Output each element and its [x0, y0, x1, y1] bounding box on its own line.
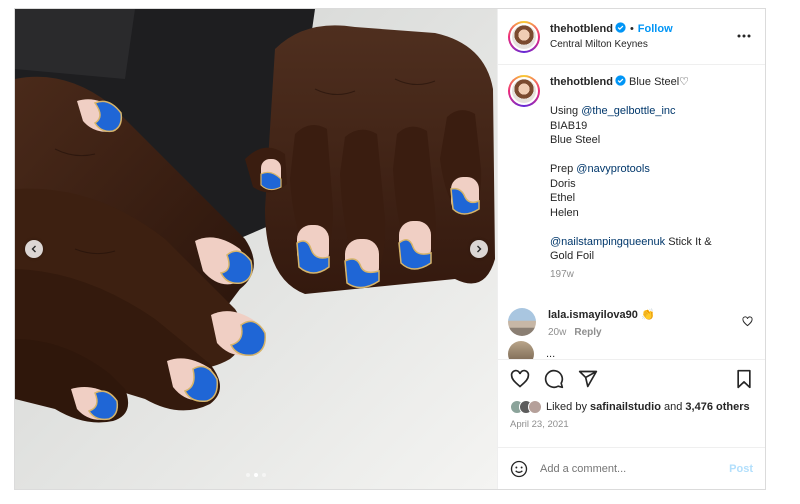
caption-author-avatar[interactable]: [508, 75, 540, 107]
likes-middle: and: [660, 401, 686, 413]
caption: thehotblend Blue Steel♡ Using @the_gelbo…: [508, 75, 753, 282]
save-button[interactable]: [735, 369, 753, 389]
comment-button[interactable]: [544, 369, 564, 389]
instagram-post: thehotblend • Follow Central Milton Keynes…: [14, 8, 766, 490]
post-sidebar: thehotblend • Follow Central Milton Keynes…: [497, 9, 765, 489]
add-comment-bar: Post: [498, 447, 765, 489]
mention-link[interactable]: @the_gelbottle_inc: [581, 105, 675, 117]
post-date[interactable]: April 23, 2021: [498, 417, 765, 435]
likes-count[interactable]: 3,476 others: [685, 401, 749, 413]
comment-text: 👏: [640, 309, 655, 321]
caption-title: Blue Steel♡: [629, 76, 690, 88]
more-options-icon[interactable]: [737, 29, 751, 43]
nail-photo: [15, 9, 497, 489]
commenter-avatar[interactable]: [508, 341, 534, 359]
post-location[interactable]: Central Milton Keynes: [550, 37, 673, 52]
caption-text: BIAB19: [550, 119, 588, 132]
caption-text: Prep: [550, 163, 577, 175]
caption-text: Doris: [550, 177, 576, 190]
post-comment-button[interactable]: Post: [729, 463, 753, 475]
carousel-indicator: [15, 473, 497, 477]
caption-text: Blue Steel: [550, 134, 601, 146]
likes-prefix: Liked by: [546, 401, 591, 413]
mention-link[interactable]: @navyprotools: [576, 163, 650, 175]
heart-icon: [510, 369, 530, 388]
caption-age: 197w: [550, 268, 574, 280]
like-button[interactable]: [510, 369, 530, 389]
carousel-dot-active: [254, 473, 258, 477]
reply-button[interactable]: Reply: [574, 327, 601, 338]
carousel-next-button[interactable]: [470, 240, 488, 258]
comment-text: ...: [546, 348, 556, 359]
comment-age: 20w: [548, 327, 567, 338]
emoji-icon: [510, 460, 528, 477]
caption-text: Helen: [550, 206, 579, 219]
chevron-right-icon: [477, 245, 482, 253]
comment-item: lala.ismayilova90 👏 20w Reply: [508, 308, 753, 340]
carousel-prev-button[interactable]: [25, 240, 43, 258]
caption-text: Stick It &: [665, 235, 712, 248]
verified-badge-icon: [615, 75, 626, 86]
commenter-avatar[interactable]: [508, 308, 536, 336]
header-separator: •: [629, 22, 634, 35]
post-media[interactable]: [15, 9, 497, 489]
caption-text: Gold Foil: [550, 250, 595, 262]
chevron-left-icon: [31, 245, 36, 253]
comment-item-partial: ...: [508, 341, 555, 359]
carousel-dot: [246, 473, 250, 477]
mention-link[interactable]: @nailstampingqueenuk: [550, 236, 665, 248]
action-bar: [498, 359, 765, 397]
share-icon: [578, 370, 598, 387]
caption-username[interactable]: thehotblend: [550, 76, 613, 88]
comments-panel[interactable]: thehotblend Blue Steel♡ Using @the_gelbo…: [498, 65, 765, 359]
follow-button[interactable]: Follow: [638, 23, 673, 35]
share-button[interactable]: [578, 369, 598, 389]
author-username[interactable]: thehotblend: [550, 23, 613, 35]
carousel-dot: [262, 473, 266, 477]
post-header: thehotblend • Follow Central Milton Keynes: [498, 9, 765, 65]
liker-username[interactable]: safinailstudio: [590, 401, 661, 413]
verified-badge-icon: [615, 21, 626, 33]
commenter-username[interactable]: lala.ismayilova90: [548, 309, 638, 321]
caption-text: Using: [550, 105, 582, 117]
bookmark-icon: [737, 369, 751, 388]
comment-like-icon[interactable]: [742, 316, 753, 327]
likes-summary: Liked by safinailstudio and 3,476 others: [498, 397, 765, 417]
liker-avatars: [510, 400, 542, 414]
emoji-button[interactable]: [510, 460, 528, 478]
comment-input[interactable]: [540, 462, 730, 475]
comment-icon: [544, 369, 564, 388]
author-avatar[interactable]: [508, 20, 540, 53]
caption-text: Ethel: [550, 192, 576, 204]
